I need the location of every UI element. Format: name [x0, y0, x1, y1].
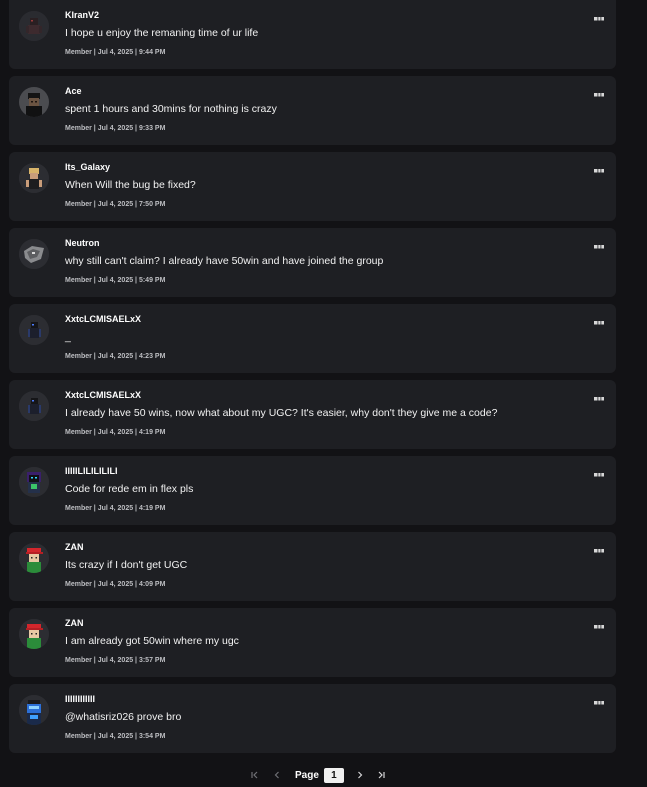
comment-meta: Member | Jul 4, 2025 | 4:09 PM: [65, 581, 166, 588]
comment-meta: Member | Jul 4, 2025 | 3:54 PM: [65, 733, 166, 740]
user-avatar[interactable]: [19, 391, 49, 421]
comment-card: XxtcLCMISAELxX _ Member | Jul 4, 2025 | …: [9, 304, 616, 373]
comment-text: I am already got 50win where my ugc: [65, 635, 239, 647]
more-options-icon[interactable]: [593, 162, 605, 173]
user-avatar[interactable]: [19, 87, 49, 117]
comment-meta: Member | Jul 4, 2025 | 9:44 PM: [65, 49, 166, 56]
comment-meta: Member | Jul 4, 2025 | 5:49 PM: [65, 277, 166, 284]
pagination: Page: [247, 765, 389, 785]
page-label: Page: [295, 769, 319, 781]
more-options-icon[interactable]: [593, 542, 605, 553]
comment-card: XxtcLCMISAELxX I already have 50 wins, n…: [9, 380, 616, 449]
comment-meta: Member | Jul 4, 2025 | 4:19 PM: [65, 505, 166, 512]
comment-card: Neutron why still can't claim? I already…: [9, 228, 616, 297]
more-options-icon[interactable]: [593, 466, 605, 477]
user-avatar[interactable]: [19, 239, 49, 269]
comment-meta: Member | Jul 4, 2025 | 9:33 PM: [65, 125, 166, 132]
comment-feed: KIranV2 I hope u enjoy the remaning time…: [9, 0, 616, 760]
comment-username[interactable]: ZAN: [65, 618, 84, 628]
comment-card: Ace spent 1 hours and 30mins for nothing…: [9, 76, 616, 145]
comment-card: ZAN Its crazy if I don't get UGC Member …: [9, 532, 616, 601]
comment-text: spent 1 hours and 30mins for nothing is …: [65, 103, 277, 115]
comment-meta: Member | Jul 4, 2025 | 4:23 PM: [65, 353, 166, 360]
comment-username[interactable]: Neutron: [65, 238, 100, 248]
user-avatar[interactable]: [19, 163, 49, 193]
first-page-icon[interactable]: [247, 767, 263, 783]
comment-text: Its crazy if I don't get UGC: [65, 559, 188, 571]
comment-card: Its_Galaxy When Will the bug be fixed? M…: [9, 152, 616, 221]
comment-meta: Member | Jul 4, 2025 | 3:57 PM: [65, 657, 166, 664]
comment-card: ZAN I am already got 50win where my ugc …: [9, 608, 616, 677]
comment-username[interactable]: IIIIILILILILILI: [65, 466, 118, 476]
comment-username[interactable]: ZAN: [65, 542, 84, 552]
page-number-input[interactable]: [323, 767, 344, 783]
comment-meta: Member | Jul 4, 2025 | 7:50 PM: [65, 201, 166, 208]
more-options-icon[interactable]: [593, 618, 605, 629]
more-options-icon[interactable]: [593, 238, 605, 249]
more-options-icon[interactable]: [593, 86, 605, 97]
more-options-icon[interactable]: [593, 314, 605, 325]
comment-meta: Member | Jul 4, 2025 | 4:19 PM: [65, 429, 166, 436]
comment-username[interactable]: Ace: [65, 86, 82, 96]
previous-page-icon[interactable]: [269, 767, 285, 783]
user-avatar[interactable]: [19, 695, 49, 725]
comment-username[interactable]: XxtcLCMISAELxX: [65, 314, 141, 324]
comment-card: IIIIIIIIIIII @whatisriz026 prove bro Mem…: [9, 684, 616, 753]
more-options-icon[interactable]: [593, 10, 605, 21]
comment-text: Code for rede em in flex pls: [65, 483, 194, 495]
comment-card: KIranV2 I hope u enjoy the remaning time…: [9, 0, 616, 69]
comments-page: KIranV2 I hope u enjoy the remaning time…: [0, 0, 647, 787]
comment-text: I already have 50 wins, now what about m…: [65, 407, 498, 419]
user-avatar[interactable]: [19, 315, 49, 345]
last-page-icon[interactable]: [373, 767, 389, 783]
comment-card: IIIIILILILILILI Code for rede em in flex…: [9, 456, 616, 525]
more-options-icon[interactable]: [593, 390, 605, 401]
user-avatar[interactable]: [19, 543, 49, 573]
next-page-icon[interactable]: [352, 767, 368, 783]
comment-text: _: [65, 331, 71, 343]
user-avatar[interactable]: [19, 467, 49, 497]
comment-text: @whatisriz026 prove bro: [65, 711, 182, 723]
comment-text: When Will the bug be fixed?: [65, 179, 196, 191]
comment-username[interactable]: IIIIIIIIIIII: [65, 694, 95, 704]
comment-username[interactable]: KIranV2: [65, 10, 99, 20]
user-avatar[interactable]: [19, 11, 49, 41]
comment-text: I hope u enjoy the remaning time of ur l…: [65, 27, 259, 39]
user-avatar[interactable]: [19, 619, 49, 649]
comment-username[interactable]: XxtcLCMISAELxX: [65, 390, 141, 400]
comment-text: why still can't claim? I already have 50…: [65, 255, 384, 267]
comment-username[interactable]: Its_Galaxy: [65, 162, 110, 172]
more-options-icon[interactable]: [593, 694, 605, 705]
